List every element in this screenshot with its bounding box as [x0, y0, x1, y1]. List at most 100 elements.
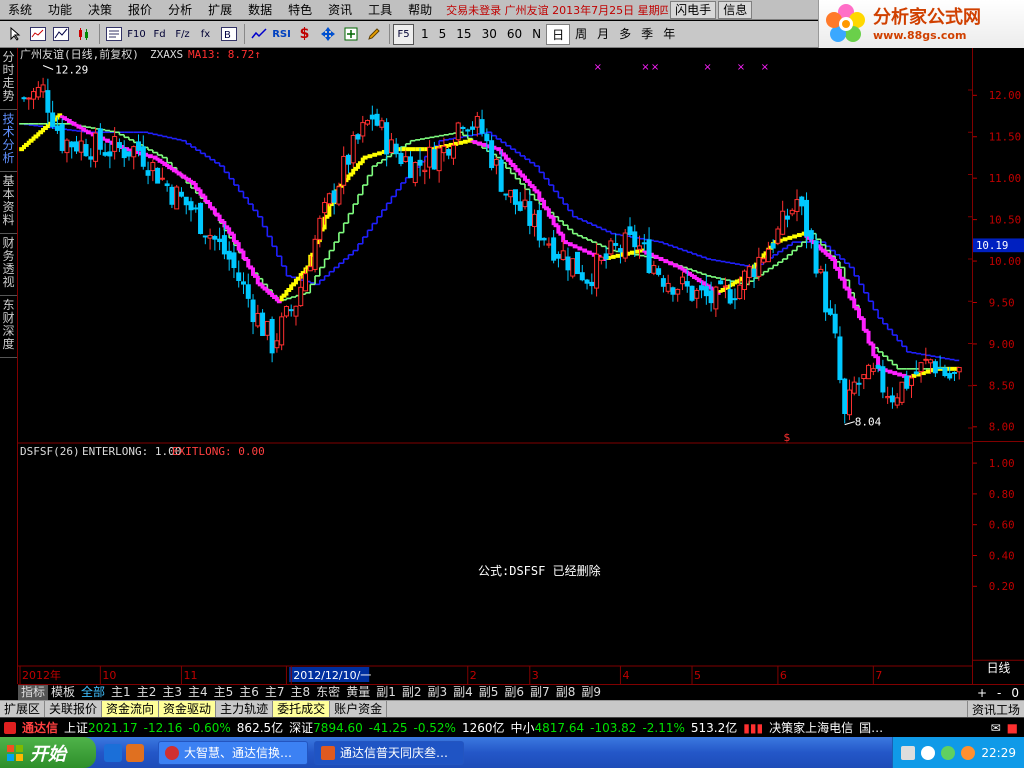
btab-account[interactable]: 账户资金 [330, 700, 388, 718]
sz-change: -41.25 [368, 720, 408, 735]
vtab-sub9[interactable]: 副9 [578, 685, 604, 700]
rsi-icon[interactable]: RSI [271, 24, 292, 45]
zoom-in-button[interactable]: + [977, 686, 987, 700]
vtab-sub7[interactable]: 副7 [527, 685, 553, 700]
period-quarter[interactable]: 季 [636, 24, 658, 45]
period-30min[interactable]: 30 [477, 24, 502, 45]
btab-capital-drive[interactable]: 资金驱动 [159, 700, 217, 718]
period-day[interactable]: 日 [546, 23, 571, 45]
trend-chart-icon[interactable] [248, 24, 269, 45]
f10-icon[interactable]: F10 [126, 24, 147, 45]
vtab-sub6[interactable]: 副6 [501, 685, 527, 700]
btab-extension[interactable]: 扩展区 [0, 700, 46, 718]
menu-function[interactable]: 功能 [40, 0, 80, 20]
mail-icon[interactable]: ✉ [991, 721, 1001, 735]
server-name[interactable]: 决策家上海电信 [769, 719, 853, 736]
zoom-icon[interactable] [340, 24, 361, 45]
period-year[interactable]: 年 [658, 24, 680, 45]
menu-decision[interactable]: 决策 [80, 0, 120, 20]
vtab-main3[interactable]: 主3 [159, 685, 185, 700]
btab-capital-flow[interactable]: 资金流向 [102, 700, 160, 718]
vtab-main8[interactable]: 主8 [288, 685, 314, 700]
start-button[interactable]: 开始 [0, 737, 96, 768]
media-quicklaunch-icon[interactable] [126, 743, 144, 762]
period-15min[interactable]: 15 [451, 24, 476, 45]
side-tab-technical[interactable]: 技术分析 [0, 110, 17, 172]
zoom-reset-button[interactable]: 0 [1011, 686, 1019, 700]
volume-icon[interactable] [921, 745, 936, 760]
candle-body [136, 141, 142, 151]
app-icon [321, 745, 335, 760]
dollar-icon[interactable]: $ [294, 24, 315, 45]
vtab-indicator[interactable]: 指标 [18, 685, 49, 700]
menu-help[interactable]: 帮助 [400, 0, 440, 20]
vtab-template[interactable]: 模板 [48, 685, 78, 700]
period-week[interactable]: 周 [570, 24, 592, 45]
task-browser[interactable]: 大智慧、通达信换… [158, 740, 308, 765]
vtab-huangliang[interactable]: 黄量 [343, 685, 373, 700]
btab-main-force[interactable]: 主力轨迹 [216, 700, 274, 718]
btab-news-workshop[interactable]: 资讯工场 [966, 700, 1024, 718]
menu-news[interactable]: 资讯 [320, 0, 360, 20]
candle-body [579, 272, 585, 281]
period-multi[interactable]: 多 [614, 24, 636, 45]
f5-toggle-icon[interactable]: F5 [393, 23, 414, 45]
line-chart-icon[interactable] [50, 24, 71, 45]
candle-body [269, 318, 275, 354]
vtab-main4[interactable]: 主4 [185, 685, 211, 700]
security-icon[interactable] [961, 745, 976, 760]
pointer-tool-icon[interactable] [4, 24, 25, 45]
kline-chart[interactable]: 12.298.04× × × × × ×$ 广州友谊(日线,前复权) ZXAXS MA13… [18, 48, 972, 684]
f11-icon[interactable]: Fd [149, 24, 170, 45]
vtab-main7[interactable]: 主7 [262, 685, 288, 700]
formula-icon[interactable]: fx [195, 24, 216, 45]
menu-data[interactable]: 数据 [240, 0, 280, 20]
move-icon[interactable] [317, 24, 338, 45]
btab-orders[interactable]: 委托成交 [273, 700, 331, 718]
period-60min[interactable]: 60 [502, 24, 527, 45]
side-tab-intraday[interactable]: 分时走势 [0, 48, 17, 110]
flash-trade-button[interactable]: 闪电手 [670, 0, 717, 19]
vtab-sub5[interactable]: 副5 [476, 685, 502, 700]
keyboard-icon[interactable] [901, 745, 916, 760]
side-tab-eastmoney[interactable]: 东财深度 [0, 296, 17, 358]
menu-quote[interactable]: 报价 [120, 0, 160, 20]
period-5min[interactable]: 5 [434, 24, 452, 45]
vtab-sub4[interactable]: 副4 [450, 685, 476, 700]
menu-extend[interactable]: 扩展 [200, 0, 240, 20]
info-button[interactable]: 信息 [718, 0, 753, 19]
vtab-sub1[interactable]: 副1 [373, 685, 399, 700]
vtab-sub3[interactable]: 副3 [424, 685, 450, 700]
vtab-sub8[interactable]: 副8 [553, 685, 579, 700]
vtab-main1[interactable]: 主1 [108, 685, 134, 700]
f12-icon[interactable]: F/z [172, 24, 193, 45]
vtab-main2[interactable]: 主2 [134, 685, 160, 700]
period-1min[interactable]: 1 [416, 24, 434, 45]
vtab-main5[interactable]: 主5 [211, 685, 237, 700]
candle-body [627, 226, 633, 235]
menu-system[interactable]: 系统 [0, 0, 40, 20]
close-icon[interactable]: ■ [1007, 721, 1018, 735]
vtab-main6[interactable]: 主6 [236, 685, 262, 700]
task-forum[interactable]: 通达信普天同庆叁… [314, 740, 464, 765]
period-n[interactable]: N [527, 24, 546, 45]
zoom-out-button[interactable]: - [997, 686, 1001, 700]
vtab-dongmi[interactable]: 东密 [313, 685, 343, 700]
f10-info-icon[interactable] [103, 24, 124, 45]
menu-analysis[interactable]: 分析 [160, 0, 200, 20]
side-tab-financials[interactable]: 财务透视 [0, 234, 17, 296]
btab-related-quotes[interactable]: 关联报价 [45, 700, 103, 718]
side-tab-fundamentals[interactable]: 基本资料 [0, 172, 17, 234]
flower-logo-icon [826, 4, 865, 42]
network-icon[interactable] [941, 745, 956, 760]
period-month[interactable]: 月 [592, 24, 614, 45]
ie-quicklaunch-icon[interactable] [104, 743, 122, 762]
menu-feature[interactable]: 特色 [280, 0, 320, 20]
candlestick-chart-icon[interactable] [73, 24, 94, 45]
vtab-all[interactable]: 全部 [78, 685, 108, 700]
menu-tools[interactable]: 工具 [360, 0, 400, 20]
vtab-sub2[interactable]: 副2 [399, 685, 425, 700]
draw-pencil-icon[interactable] [363, 24, 384, 45]
indicator-icon[interactable]: B [218, 24, 239, 45]
minute-chart-icon[interactable] [27, 24, 48, 45]
